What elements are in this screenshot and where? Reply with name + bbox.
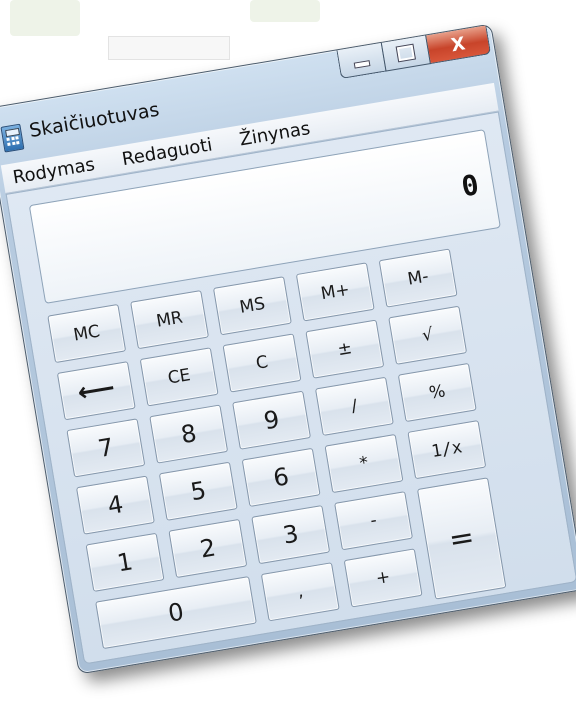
key-multiply[interactable]: * xyxy=(324,433,404,494)
key-plus-minus[interactable]: ± xyxy=(305,319,385,379)
key-divide[interactable]: / xyxy=(314,376,394,436)
key-5[interactable]: 5 xyxy=(158,461,238,521)
calculator-app-icon[interactable] xyxy=(0,123,25,153)
key-8[interactable]: 8 xyxy=(149,404,229,464)
maximize-icon xyxy=(395,43,416,63)
key-sqrt[interactable]: √ xyxy=(388,305,468,365)
key-7[interactable]: 7 xyxy=(66,418,146,478)
key-plus[interactable]: + xyxy=(343,548,423,608)
key-mr[interactable]: MR xyxy=(130,290,210,350)
key-3[interactable]: 3 xyxy=(251,504,331,565)
key-c[interactable]: C xyxy=(222,333,302,393)
key-ms[interactable]: MS xyxy=(212,276,292,336)
background-card xyxy=(108,36,230,60)
minimize-button[interactable] xyxy=(336,42,387,80)
maximize-button[interactable] xyxy=(380,35,431,72)
window-title: Skaičiuotuvas xyxy=(27,98,161,143)
key-percent[interactable]: % xyxy=(397,362,477,423)
key-4[interactable]: 4 xyxy=(75,475,155,535)
key-decimal[interactable]: , xyxy=(260,562,340,622)
calculator-window: Skaičiuotuvas X Rodymas Redaguoti Žinyna… xyxy=(0,23,576,675)
key-mc[interactable]: MC xyxy=(47,303,127,364)
key-backspace[interactable]: ⟵ xyxy=(56,361,136,421)
key-m-plus[interactable]: M+ xyxy=(295,262,375,322)
close-button[interactable]: X xyxy=(425,25,492,65)
calculator-body: 0 MC MR MS M+ M- ⟵ CE C ± √ 7 8 9 / % 4 … xyxy=(5,111,576,665)
background-shape xyxy=(10,0,80,36)
key-1[interactable]: 1 xyxy=(85,532,165,592)
background-shape xyxy=(250,0,320,22)
key-minus[interactable]: - xyxy=(334,491,414,551)
key-equals[interactable]: = xyxy=(416,477,507,600)
key-m-minus[interactable]: M- xyxy=(378,248,458,308)
close-icon: X xyxy=(449,32,467,56)
minimize-icon xyxy=(353,60,371,69)
key-ce[interactable]: CE xyxy=(139,347,219,407)
key-2[interactable]: 2 xyxy=(168,518,248,579)
key-9[interactable]: 9 xyxy=(232,390,312,450)
key-reciprocal[interactable]: 1/x xyxy=(407,420,487,480)
key-6[interactable]: 6 xyxy=(241,447,321,508)
display-value: 0 xyxy=(459,168,482,204)
